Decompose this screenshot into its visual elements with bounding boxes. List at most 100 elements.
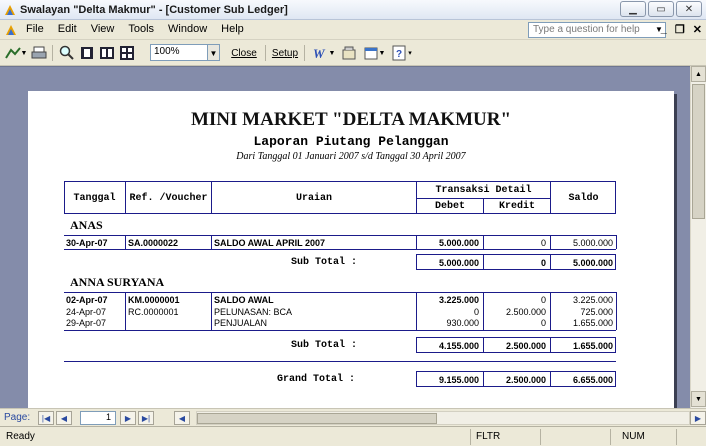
table-cell: 02-Apr-07	[66, 295, 108, 305]
table-cell: SALDO AWAL APRIL 2007	[214, 238, 326, 248]
print-icon[interactable]	[30, 44, 48, 62]
two-pages-icon[interactable]	[98, 44, 116, 62]
chevron-down-icon[interactable]: ▼	[208, 44, 220, 61]
menu-bar: File Edit View Tools Window Help Type a …	[0, 20, 706, 40]
table-cell: 0	[473, 307, 479, 317]
zoom-icon[interactable]	[58, 44, 76, 62]
table-cell: 30-Apr-07	[66, 238, 108, 248]
menu-file[interactable]: File	[26, 23, 44, 35]
table-cell: 725.000	[580, 307, 613, 317]
table-cell: PENJUALAN	[214, 318, 268, 328]
menu-tools[interactable]: Tools	[128, 23, 154, 35]
group-name: ANAS	[70, 218, 103, 232]
last-page-icon[interactable]: ▶|	[138, 411, 154, 425]
previous-page-icon[interactable]: ◀	[56, 411, 72, 425]
mdi-restore-button[interactable]: ❐	[675, 23, 685, 36]
grand-total-kredit: 2.500.000	[505, 375, 546, 385]
setup-button[interactable]: Setup	[268, 44, 302, 62]
subtotal-debet: 4.155.000	[438, 341, 479, 351]
horizontal-scrollbar[interactable]	[196, 411, 690, 425]
toolbar: ▼ 100% ▼ Close Setup W ▼ ▼ ? ▾	[0, 40, 706, 66]
mdi-minimize-button[interactable]: _	[661, 23, 667, 36]
status-text: Ready	[6, 431, 35, 442]
page-label: Page:	[4, 412, 31, 423]
close-button[interactable]: ✕	[676, 1, 702, 17]
grand-total-debet: 9.155.000	[438, 375, 479, 385]
chevron-down-icon[interactable]: ▾	[406, 44, 414, 62]
help-search-input[interactable]: Type a question for help	[528, 22, 666, 38]
header-saldo: Saldo	[568, 193, 599, 204]
table-cell: KM.0000001	[128, 295, 180, 305]
grand-total-label: Grand Total :	[277, 374, 356, 385]
report-date-range: Dari Tanggal 01 Januari 2007 s/d Tanggal…	[236, 151, 466, 162]
header-tanggal: Tanggal	[73, 193, 116, 204]
multiple-pages-icon[interactable]	[118, 44, 136, 62]
next-page-icon[interactable]: ▶	[120, 411, 136, 425]
page-navigation: Page: |◀ ◀ 1 ▶ ▶| ◀ ▶	[0, 408, 706, 426]
report-subtitle: Laporan Piutang Pelanggan	[253, 134, 449, 149]
first-page-icon[interactable]: |◀	[38, 411, 54, 425]
export-icon[interactable]	[340, 44, 358, 62]
subtotal-saldo: 1.655.000	[572, 341, 613, 351]
menu-edit[interactable]: Edit	[58, 23, 77, 35]
subtotal-saldo: 5.000.000	[572, 258, 613, 268]
subtotal-debet: 5.000.000	[438, 258, 479, 268]
table-cell: RC.0000001	[128, 307, 179, 317]
maximize-button[interactable]: ▭	[648, 1, 674, 17]
subtotal-label: Sub Total :	[291, 257, 358, 268]
chevron-down-icon[interactable]: ▼	[378, 44, 386, 62]
table-cell: 2.500.000	[505, 307, 546, 317]
table-cell: 930.000	[446, 318, 479, 328]
header-debet: Debet	[434, 201, 465, 212]
table-cell: 5.000.000	[438, 238, 479, 248]
header-uraian: Uraian	[295, 193, 332, 204]
table-cell: 0	[540, 318, 546, 328]
status-fltr: FLTR	[476, 431, 501, 442]
scroll-left-icon[interactable]: ◀	[174, 411, 190, 425]
subtotal-kredit: 2.500.000	[505, 341, 546, 351]
report-page: MINI MARKET "DELTA MAKMUR" Laporan Piuta…	[28, 91, 674, 408]
table-cell: SA.0000022	[128, 238, 179, 248]
table-cell: SALDO AWAL	[214, 295, 274, 305]
table-cell: 5.000.000	[572, 238, 613, 248]
svg-text:?: ?	[396, 49, 402, 60]
minimize-button[interactable]: ▁	[620, 1, 646, 17]
window-title: Swalayan "Delta Makmur" - [Customer Sub …	[20, 4, 288, 16]
table-cell: 29-Apr-07	[66, 318, 107, 328]
subtotal-kredit: 0	[540, 258, 546, 268]
mdi-close-button[interactable]: ✕	[693, 23, 702, 36]
header-transaksi-detail: Transaksi Detail	[435, 185, 532, 196]
svg-text:W: W	[313, 46, 326, 61]
table-cell: 0	[540, 295, 546, 305]
scroll-thumb[interactable]	[692, 84, 705, 219]
status-num: NUM	[622, 431, 645, 442]
menu-view[interactable]: View	[91, 23, 115, 35]
app-menu-icon[interactable]	[4, 23, 18, 37]
table-cell: 0	[540, 238, 546, 248]
menu-help[interactable]: Help	[221, 23, 244, 35]
one-page-icon[interactable]	[78, 44, 96, 62]
scroll-thumb[interactable]	[197, 413, 437, 424]
word-export-icon[interactable]: W	[310, 44, 328, 62]
app-icon	[5, 5, 15, 15]
close-preview-button[interactable]: Close	[226, 44, 262, 62]
preview-area: MINI MARKET "DELTA MAKMUR" Laporan Piuta…	[0, 66, 690, 408]
chevron-down-icon[interactable]: ▼	[20, 44, 28, 62]
header-ref: Ref. /Voucher	[129, 193, 208, 204]
chevron-down-icon[interactable]: ▼	[328, 44, 336, 62]
zoom-select[interactable]: 100%	[150, 44, 208, 61]
page-number-input[interactable]: 1	[80, 411, 116, 425]
scroll-down-icon[interactable]: ▼	[691, 391, 706, 407]
subtotal-label: Sub Total :	[291, 340, 358, 351]
group-name: ANNA SURYANA	[70, 275, 165, 289]
table-cell: 3.225.000	[438, 295, 479, 305]
grand-total-saldo: 6.655.000	[572, 375, 613, 385]
scroll-right-icon[interactable]: ▶	[690, 411, 706, 425]
report-title: MINI MARKET "DELTA MAKMUR"	[190, 109, 511, 130]
table-cell: 24-Apr-07	[66, 307, 107, 317]
header-kredit: Kredit	[498, 201, 535, 212]
table-cell: 3.225.000	[572, 295, 613, 305]
scroll-up-icon[interactable]: ▲	[691, 66, 706, 82]
vertical-scrollbar[interactable]: ▲ ▼	[690, 66, 706, 408]
menu-window[interactable]: Window	[168, 23, 207, 35]
